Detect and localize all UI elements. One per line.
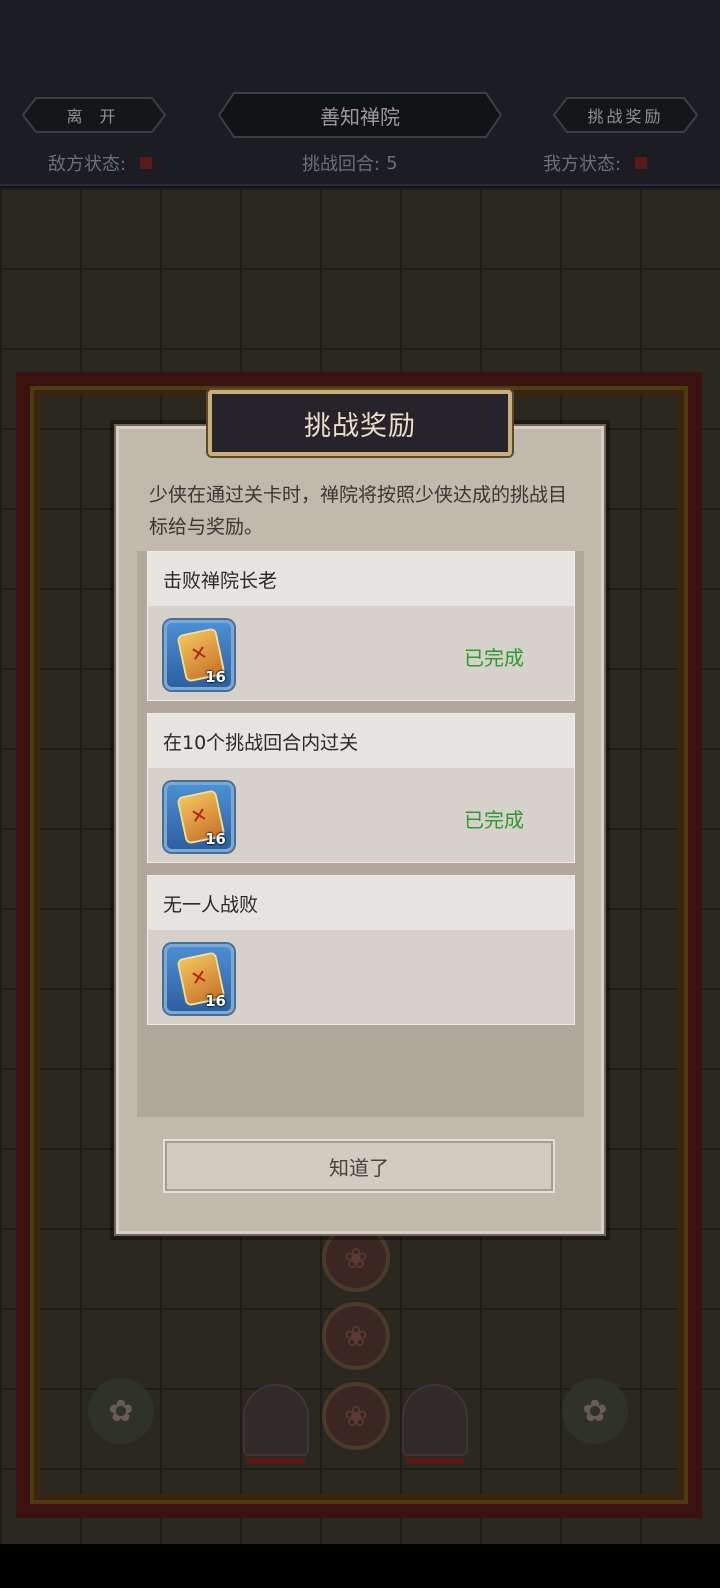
ally-status: 我方状态:	[543, 150, 648, 176]
task-card: 击败禅院长老 16 已完成	[147, 551, 575, 701]
top-bar: 离 开 善知禅院 挑战奖励 敌方状态: 挑战回合: 5 我方状态:	[0, 0, 720, 186]
leave-button[interactable]: 离 开	[22, 97, 166, 133]
reward-item[interactable]: 16	[164, 944, 234, 1014]
flower-decoration-icon: ✿	[562, 1378, 628, 1444]
leave-button-label: 离 开	[66, 107, 122, 126]
stage-title: 善知禅院	[218, 92, 502, 138]
got-it-label: 知道了	[329, 1155, 389, 1180]
challenge-rewards-label: 挑战奖励	[587, 107, 664, 126]
reward-item[interactable]: 16	[164, 620, 234, 690]
ally-status-indicator	[635, 157, 648, 169]
task-list: 击败禅院长老 16 已完成 在10个挑战回合内过关 16 已完成 无一人战败 1…	[137, 551, 584, 1117]
challenge-round-label: 挑战回合:	[302, 154, 381, 175]
enemy-status-indicator	[140, 157, 153, 169]
lotus-tile-icon[interactable]: ❀	[322, 1382, 390, 1450]
challenge-rewards-dialog: 少侠在通过关卡时，禅院将按照少侠达成的挑战目标给与奖励。 击败禅院长老 16 已…	[114, 424, 606, 1236]
reward-item[interactable]: 16	[164, 782, 234, 852]
got-it-button[interactable]: 知道了	[163, 1139, 555, 1193]
enemy-status: 敌方状态:	[48, 150, 153, 176]
challenge-round: 挑战回合: 5	[302, 150, 398, 176]
task-title: 击败禅院长老	[148, 552, 574, 606]
reward-count: 16	[205, 992, 226, 1010]
hero-health-bar	[406, 1458, 464, 1464]
dialog-title: 挑战奖励	[208, 390, 512, 456]
flower-decoration-icon: ✿	[88, 1378, 154, 1444]
ally-status-label: 我方状态:	[543, 154, 622, 175]
challenge-rewards-button[interactable]: 挑战奖励	[553, 97, 698, 133]
enemy-status-label: 敌方状态:	[48, 154, 127, 175]
system-nav-bar	[0, 1544, 720, 1588]
task-status: 已完成	[464, 646, 524, 670]
hero-avatar[interactable]	[243, 1384, 309, 1464]
reward-count: 16	[205, 830, 226, 848]
hero-avatar[interactable]	[402, 1384, 468, 1464]
task-card: 在10个挑战回合内过关 16 已完成	[147, 713, 575, 863]
task-title: 无一人战败	[148, 876, 574, 930]
challenge-round-value: 5	[386, 152, 398, 174]
task-card: 无一人战败 16	[147, 875, 575, 1025]
reward-count: 16	[205, 668, 226, 686]
task-title: 在10个挑战回合内过关	[148, 714, 574, 768]
hero-health-bar	[247, 1458, 305, 1464]
stage-name: 善知禅院	[320, 104, 400, 129]
dialog-description: 少侠在通过关卡时，禅院将按照少侠达成的挑战目标给与奖励。	[149, 484, 568, 538]
lotus-tile-icon[interactable]: ❀	[322, 1224, 390, 1292]
lotus-tile-icon[interactable]: ❀	[322, 1302, 390, 1370]
task-status: 已完成	[464, 808, 524, 832]
